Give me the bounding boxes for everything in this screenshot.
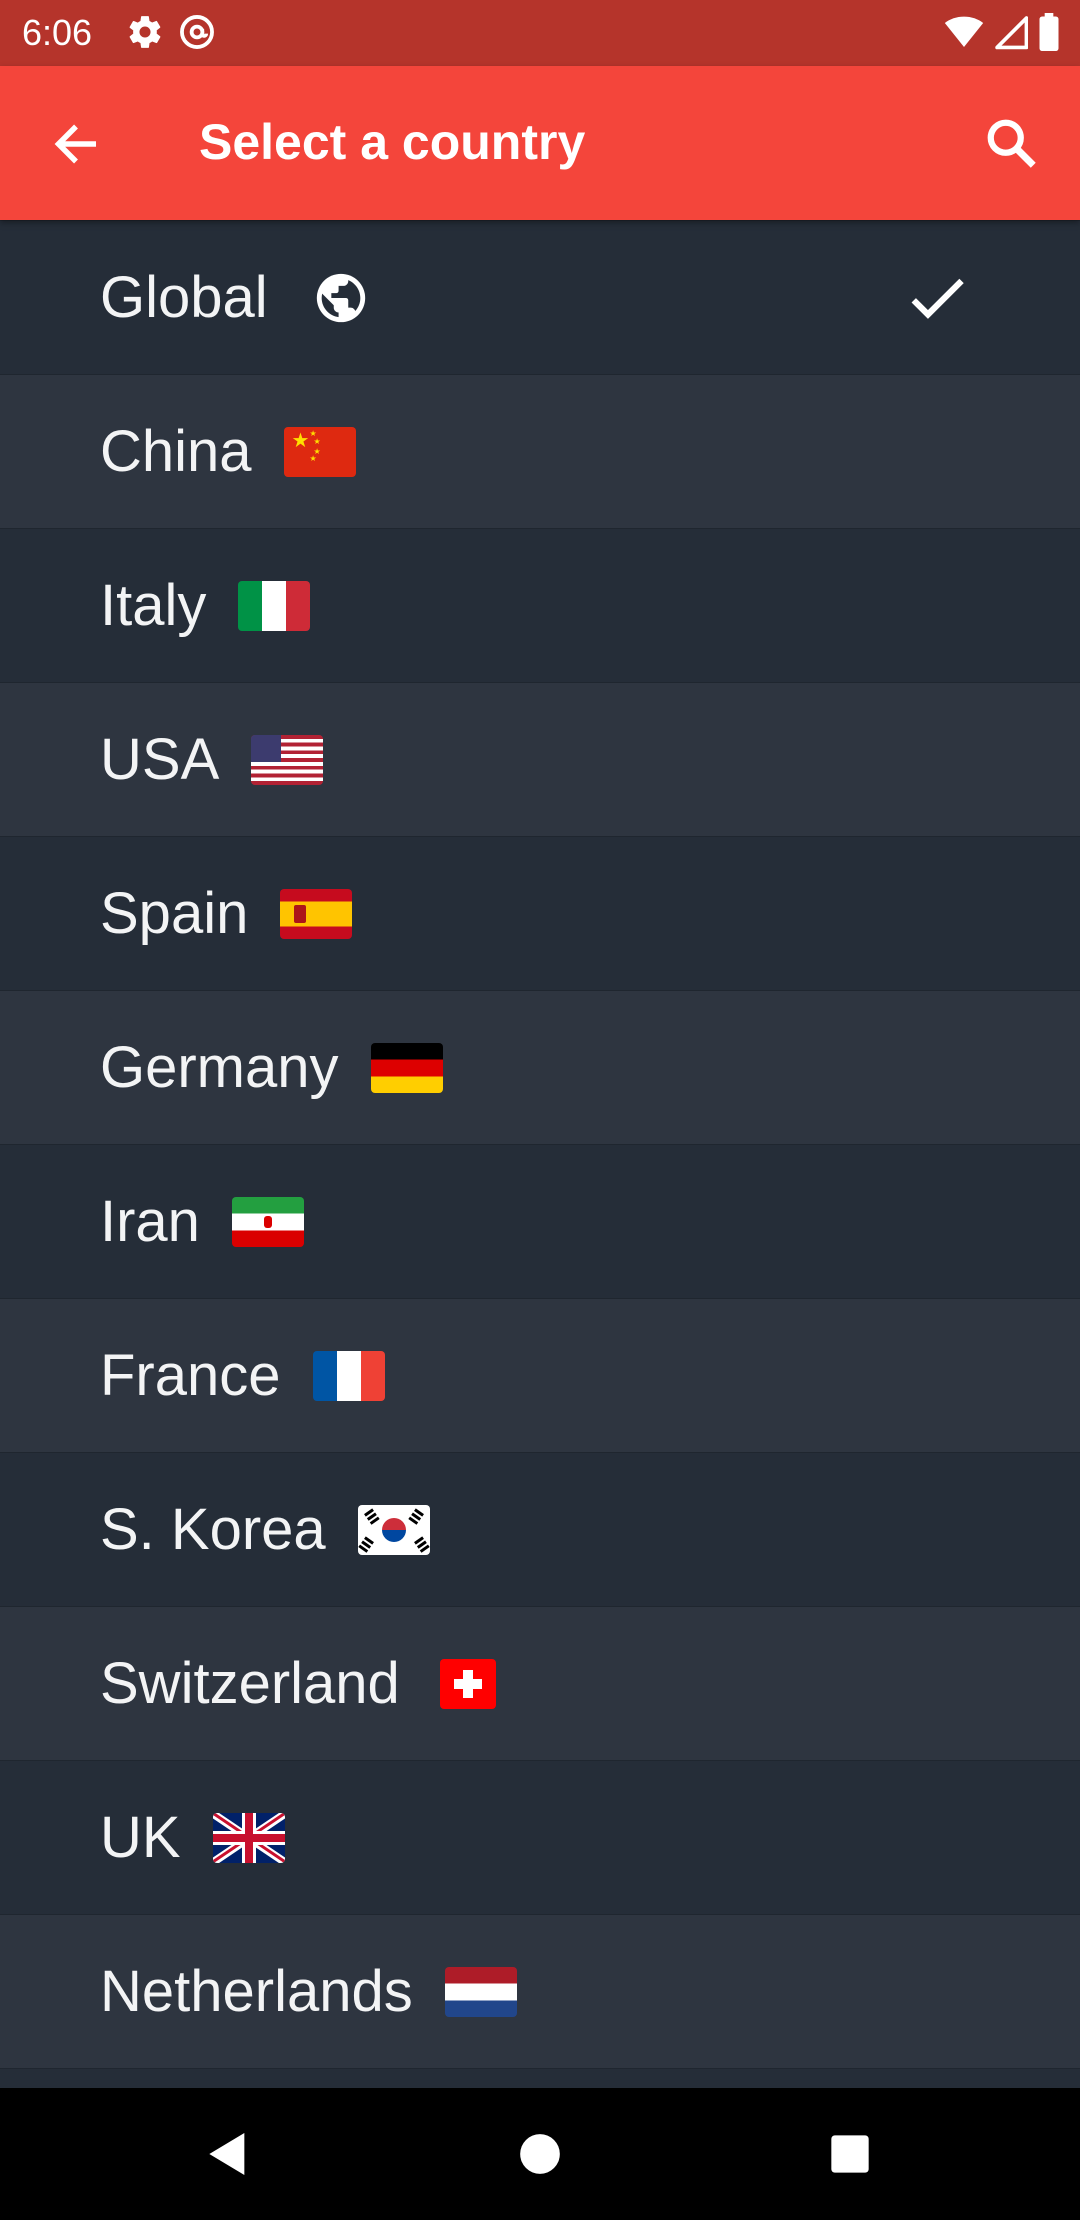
list-item-label: France xyxy=(100,1343,281,1408)
nav-back-button[interactable] xyxy=(200,2126,256,2182)
page-title: Select a country xyxy=(199,114,586,170)
wifi-icon xyxy=(944,16,984,47)
status-bar: 6:06 xyxy=(0,0,1080,66)
recents-square-icon xyxy=(831,2135,869,2173)
app-bar: Select a country xyxy=(0,66,1080,220)
list-item-label: S. Korea xyxy=(100,1497,326,1562)
flag-netherlands-icon xyxy=(444,1966,517,2017)
list-item-label: China xyxy=(100,419,252,484)
list-item-label: Iran xyxy=(100,1189,200,1254)
list-item-france[interactable]: France xyxy=(0,1298,1080,1452)
flag-iran-icon xyxy=(231,1196,304,1247)
flag-south-korea-icon xyxy=(357,1504,430,1555)
flag-uk-icon xyxy=(212,1812,285,1863)
arrow-back-icon xyxy=(54,124,96,164)
globe-icon xyxy=(316,273,365,322)
flag-china-icon: ★ ★ ★ ★ ★ xyxy=(283,426,356,477)
checkmark-icon xyxy=(911,278,964,319)
list-item-spain[interactable]: Spain xyxy=(0,836,1080,990)
list-item-china[interactable]: China ★ ★ ★ ★ ★ xyxy=(0,374,1080,528)
list-item-italy[interactable]: Italy xyxy=(0,528,1080,682)
gear-icon xyxy=(129,16,161,48)
flag-spain-icon xyxy=(280,888,353,939)
list-item-label: Italy xyxy=(100,573,207,638)
search-button[interactable] xyxy=(982,114,1042,174)
back-triangle-icon xyxy=(209,2133,245,2175)
cell-signal-icon xyxy=(995,16,1028,50)
status-time: 6:06 xyxy=(22,12,93,53)
list-item-label: USA xyxy=(100,727,220,792)
list-item-label: UK xyxy=(100,1805,181,1870)
list-item-label: Switzerland xyxy=(100,1651,400,1716)
list-item-germany[interactable]: Germany xyxy=(0,990,1080,1144)
list-item-s-korea[interactable]: S. Korea xyxy=(0,1452,1080,1606)
list-item-usa[interactable]: USA xyxy=(0,682,1080,836)
nav-home-button[interactable] xyxy=(512,2126,568,2182)
flag-usa-icon xyxy=(251,734,324,785)
list-item-label: Netherlands xyxy=(100,1959,413,2024)
flag-germany-icon xyxy=(370,1042,443,1093)
list-item-partial xyxy=(0,2068,1080,2088)
back-button[interactable] xyxy=(46,114,106,174)
list-item-label: Global xyxy=(100,265,268,330)
list-item-uk[interactable]: UK xyxy=(0,1760,1080,1914)
list-item-label: Spain xyxy=(100,881,249,946)
nav-recents-button[interactable] xyxy=(822,2126,878,2182)
list-item-switzerland[interactable]: Switzerland xyxy=(0,1606,1080,1760)
search-icon xyxy=(987,119,1036,168)
home-circle-icon xyxy=(520,2134,560,2174)
flag-italy-icon xyxy=(238,580,311,631)
flag-france-icon xyxy=(312,1350,385,1401)
list-item-iran[interactable]: Iran xyxy=(0,1144,1080,1298)
list-item-netherlands[interactable]: Netherlands xyxy=(0,1914,1080,2068)
list-item-global[interactable]: Global xyxy=(0,220,1080,374)
at-sign-icon xyxy=(180,15,214,49)
list-item-label: Germany xyxy=(100,1035,339,1100)
flag-switzerland-icon xyxy=(439,1658,496,1709)
country-list: Global China ★ ★ ★ ★ ★ Italy USA Spain G… xyxy=(0,220,1080,2088)
battery-icon xyxy=(1039,13,1059,51)
system-nav-bar xyxy=(0,2088,1080,2220)
